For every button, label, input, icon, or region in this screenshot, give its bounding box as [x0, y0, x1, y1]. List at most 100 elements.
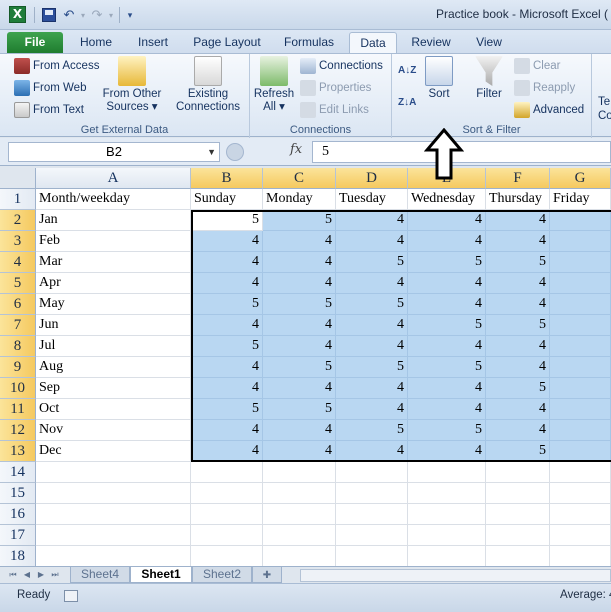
cell-d1[interactable]: Tuesday [336, 189, 408, 210]
cell-c13[interactable]: 4 [263, 441, 336, 462]
cell-b17[interactable] [191, 525, 263, 546]
tab-view[interactable]: View [466, 32, 512, 53]
cell-e1[interactable]: Wednesday [408, 189, 486, 210]
cell-c6[interactable]: 5 [263, 294, 336, 315]
sort-a-to-z-button[interactable]: A↓Z [398, 60, 416, 80]
row-header-8[interactable]: 8 [0, 336, 36, 357]
cell-e7[interactable]: 5 [408, 315, 486, 336]
cell-b15[interactable] [191, 483, 263, 504]
row-header-11[interactable]: 11 [0, 399, 36, 420]
from-other-sources-button[interactable]: From Other Sources ▾ [100, 56, 164, 114]
column-header-d[interactable]: D [336, 168, 408, 189]
row-header-13[interactable]: 13 [0, 441, 36, 462]
cell-f2[interactable]: 4 [486, 210, 550, 231]
filter-button[interactable]: Filter [470, 56, 508, 101]
cell-a5[interactable]: Apr [36, 273, 191, 294]
cell-f16[interactable] [486, 504, 550, 525]
worksheet-grid[interactable]: ABCDEFG1Month/weekdaySundayMondayTuesday… [0, 168, 611, 566]
cell-b5[interactable]: 4 [191, 273, 263, 294]
cell-f17[interactable] [486, 525, 550, 546]
cell-a9[interactable]: Aug [36, 357, 191, 378]
cell-g8[interactable] [550, 336, 611, 357]
tab-review[interactable]: Review [404, 32, 458, 53]
cell-e17[interactable] [408, 525, 486, 546]
cell-c9[interactable]: 5 [263, 357, 336, 378]
cell-c7[interactable]: 4 [263, 315, 336, 336]
cell-g4[interactable] [550, 252, 611, 273]
cell-a16[interactable] [36, 504, 191, 525]
cell-g5[interactable] [550, 273, 611, 294]
cell-d11[interactable]: 4 [336, 399, 408, 420]
cell-f7[interactable]: 5 [486, 315, 550, 336]
cell-g9[interactable] [550, 357, 611, 378]
chevron-down-icon[interactable]: ▼ [207, 143, 216, 161]
cell-a13[interactable]: Dec [36, 441, 191, 462]
row-header-9[interactable]: 9 [0, 357, 36, 378]
advanced-button[interactable]: Advanced [514, 100, 584, 120]
cell-b4[interactable]: 4 [191, 252, 263, 273]
cell-d13[interactable]: 4 [336, 441, 408, 462]
cell-f3[interactable]: 4 [486, 231, 550, 252]
sheet-tab-sheet2[interactable]: Sheet2 [192, 567, 252, 583]
cell-a17[interactable] [36, 525, 191, 546]
redo-dropdown-button[interactable]: ▾ [107, 5, 115, 25]
row-header-2[interactable]: 2 [0, 210, 36, 231]
cell-c17[interactable] [263, 525, 336, 546]
connections-button[interactable]: Connections [300, 56, 383, 76]
cell-f13[interactable]: 5 [486, 441, 550, 462]
column-header-g[interactable]: G [550, 168, 611, 189]
cell-e2[interactable]: 4 [408, 210, 486, 231]
from-text-button[interactable]: From Text [14, 100, 84, 120]
cell-e5[interactable]: 4 [408, 273, 486, 294]
cell-b9[interactable]: 4 [191, 357, 263, 378]
column-header-f[interactable]: F [486, 168, 550, 189]
row-header-14[interactable]: 14 [0, 462, 36, 483]
cell-b12[interactable]: 4 [191, 420, 263, 441]
column-header-b[interactable]: B [191, 168, 263, 189]
row-header-1[interactable]: 1 [0, 189, 36, 210]
row-header-16[interactable]: 16 [0, 504, 36, 525]
last-sheet-icon[interactable]: ⏭ [48, 568, 62, 582]
cell-b16[interactable] [191, 504, 263, 525]
cell-g1[interactable]: Friday [550, 189, 611, 210]
cell-d10[interactable]: 4 [336, 378, 408, 399]
tab-formulas[interactable]: Formulas [276, 32, 342, 53]
formula-bar-resize-icon[interactable] [226, 143, 244, 161]
cell-e14[interactable] [408, 462, 486, 483]
redo-button[interactable]: ↷ [87, 5, 107, 25]
row-header-10[interactable]: 10 [0, 378, 36, 399]
tab-page-layout[interactable]: Page Layout [186, 32, 268, 53]
cell-f1[interactable]: Thursday [486, 189, 550, 210]
tab-data[interactable]: Data [349, 32, 397, 53]
cell-e4[interactable]: 5 [408, 252, 486, 273]
prev-sheet-icon[interactable]: ◀ [20, 568, 34, 582]
cell-e11[interactable]: 4 [408, 399, 486, 420]
cell-d7[interactable]: 4 [336, 315, 408, 336]
customize-qat-button[interactable]: ▾ [124, 5, 136, 25]
select-all-button[interactable] [0, 168, 36, 189]
cell-b3[interactable]: 4 [191, 231, 263, 252]
tab-insert[interactable]: Insert [128, 32, 178, 53]
cell-d3[interactable]: 4 [336, 231, 408, 252]
cell-f9[interactable]: 4 [486, 357, 550, 378]
cell-f15[interactable] [486, 483, 550, 504]
save-button[interactable] [39, 5, 59, 25]
sort-z-to-a-button[interactable]: Z↓A [398, 92, 416, 112]
cell-g6[interactable] [550, 294, 611, 315]
cell-d5[interactable]: 4 [336, 273, 408, 294]
excel-logo-icon[interactable]: X [9, 6, 26, 23]
cell-b2[interactable]: 5 [191, 210, 263, 231]
existing-connections-button[interactable]: Existing Connections [174, 56, 242, 114]
cell-f5[interactable]: 4 [486, 273, 550, 294]
column-header-c[interactable]: C [263, 168, 336, 189]
cell-g11[interactable] [550, 399, 611, 420]
next-sheet-icon[interactable]: ▶ [34, 568, 48, 582]
cell-a10[interactable]: Sep [36, 378, 191, 399]
row-header-7[interactable]: 7 [0, 315, 36, 336]
row-header-3[interactable]: 3 [0, 231, 36, 252]
cell-f12[interactable]: 4 [486, 420, 550, 441]
insert-function-button[interactable]: fx [290, 142, 302, 157]
sheet-tab-sheet1[interactable]: Sheet1 [130, 567, 192, 583]
name-box[interactable]: B2 ▼ [8, 142, 220, 162]
cell-c12[interactable]: 4 [263, 420, 336, 441]
